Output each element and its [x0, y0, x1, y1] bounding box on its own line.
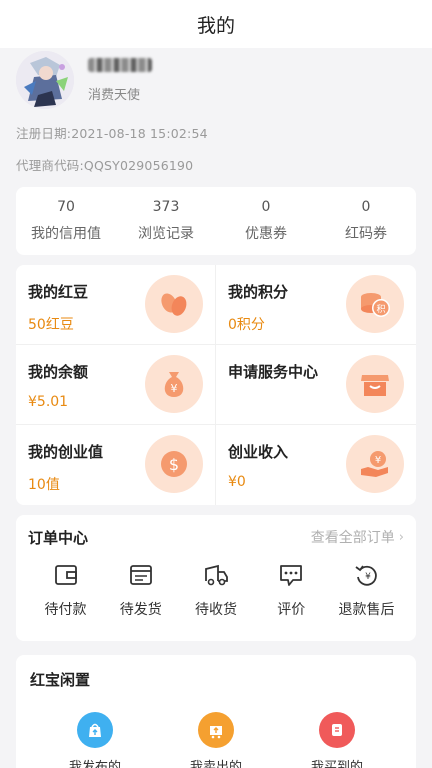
income-hand-icon: ¥ [346, 435, 404, 493]
order-pending-payment[interactable]: 待付款 [28, 561, 103, 619]
svg-text:积: 积 [376, 303, 385, 315]
agent-code: 代理商代码:QQSY029056190 [16, 158, 194, 173]
order-item-label: 待发货 [119, 602, 162, 618]
asset-balance[interactable]: 我的余额 ¥5.01 ¥ [16, 345, 216, 425]
stat-red-coupons[interactable]: 0 红码券 [316, 187, 416, 255]
secondhand-bought[interactable]: 我买到的 [292, 712, 382, 768]
stat-value: 373 [152, 199, 180, 215]
publish-bag-icon [77, 712, 113, 748]
order-item-label: 退款售后 [338, 602, 395, 618]
asset-startup-income[interactable]: 创业收入 ¥0 ¥ [216, 425, 416, 505]
username-redacted [88, 57, 152, 72]
store-icon [346, 355, 404, 413]
bought-icon [319, 712, 355, 748]
secondhand-published[interactable]: 我发布的 [50, 712, 140, 768]
beans-icon [145, 275, 203, 333]
top-bar: 我的 [0, 0, 432, 48]
secondhand-title: 红宝闲置 [30, 671, 91, 689]
stat-value: 0 [361, 199, 371, 215]
order-review[interactable]: 评价 [254, 561, 329, 619]
comment-icon [280, 565, 303, 586]
secondhand-label: 我发布的 [68, 760, 121, 768]
order-refund[interactable]: ¥ 退款售后 [329, 561, 404, 619]
user-role: 消费天使 [88, 87, 141, 103]
secondhand-label: 我卖出的 [189, 760, 242, 768]
money-bag-icon: ¥ [145, 355, 203, 413]
chevron-right-icon: › [398, 529, 404, 545]
view-all-label: 查看全部订单 [310, 530, 395, 546]
register-date: 注册日期:2021-08-18 15:02:54 [16, 126, 208, 141]
sold-cart-icon [198, 712, 234, 748]
stats-card: 70 我的信用值 373 浏览记录 0 优惠券 0 红码券 [16, 187, 416, 255]
svg-text:¥: ¥ [375, 455, 381, 466]
stat-value: 70 [57, 199, 75, 215]
package-icon [129, 565, 152, 585]
svg-text:¥: ¥ [365, 572, 371, 582]
stat-label: 浏览记录 [138, 226, 194, 242]
refund-icon: ¥ [354, 565, 377, 586]
stat-label: 优惠券 [245, 226, 287, 242]
asset-points[interactable]: 我的积分 0积分 积 [216, 265, 416, 345]
order-center-title: 订单中心 [28, 528, 89, 547]
profile-section: 消费天使 注册日期:2021-08-18 15:02:54 代理商代码:QQSY… [0, 48, 432, 174]
wallet-icon [54, 565, 77, 585]
order-item-label: 评价 [277, 602, 306, 618]
user-row[interactable]: 消费天使 [16, 48, 416, 109]
stat-label: 红码券 [345, 226, 387, 242]
asset-startup-value[interactable]: 我的创业值 10值 $ [16, 425, 216, 505]
truck-icon [205, 564, 228, 586]
stat-history[interactable]: 373 浏览记录 [116, 187, 216, 255]
order-pending-receipt[interactable]: 待收货 [179, 561, 254, 619]
assets-card: 我的红豆 50红豆 我的积分 0积分 积 我的余额 ¥5.01 ¥ 申请服务中心… [16, 265, 416, 505]
dollar-coin-icon: $ [145, 435, 203, 493]
view-all-orders-link[interactable]: 查看全部订单 › [311, 527, 404, 547]
secondhand-card: 红宝闲置 我发布的 我卖出的 我买到的 [16, 655, 416, 768]
svg-text:¥: ¥ [171, 382, 178, 395]
order-item-label: 待付款 [44, 602, 87, 618]
stat-coupons[interactable]: 0 优惠券 [216, 187, 316, 255]
asset-service-center[interactable]: 申请服务中心 [216, 345, 416, 425]
secondhand-sold[interactable]: 我卖出的 [171, 712, 261, 768]
page-title: 我的 [196, 14, 235, 37]
avatar[interactable] [16, 51, 74, 109]
order-item-label: 待收货 [195, 602, 237, 618]
stat-credit[interactable]: 70 我的信用值 [16, 187, 116, 255]
stat-label: 我的信用值 [31, 226, 101, 242]
svg-text:$: $ [169, 455, 179, 474]
order-center-card: 订单中心 查看全部订单 › 待付款 待发货 待收货 评价 ¥ 退款售后 [16, 515, 416, 641]
points-coins-icon: 积 [346, 275, 404, 333]
stat-value: 0 [261, 199, 271, 215]
secondhand-label: 我买到的 [310, 760, 363, 768]
order-pending-shipment[interactable]: 待发货 [103, 561, 178, 619]
asset-red-beans[interactable]: 我的红豆 50红豆 [16, 265, 216, 345]
